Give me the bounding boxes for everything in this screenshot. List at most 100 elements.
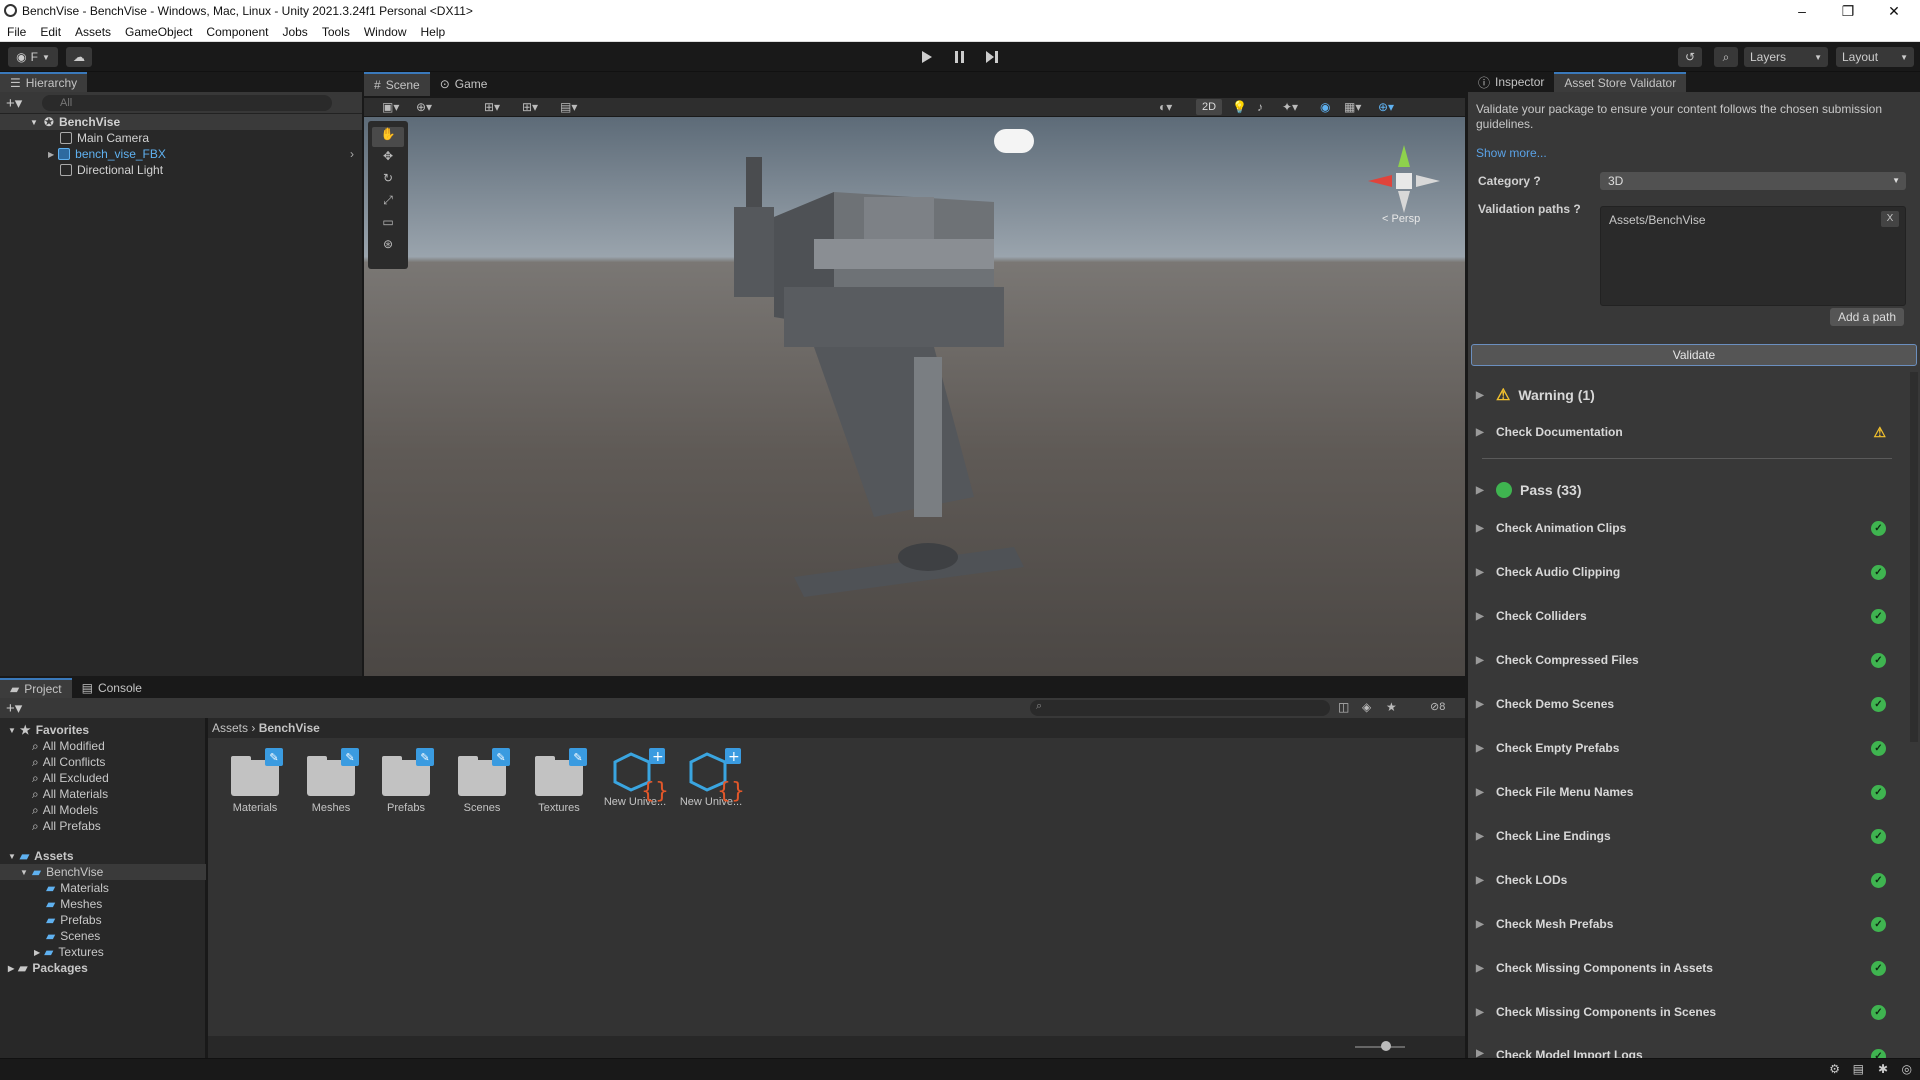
hierarchy-item-bench-vise-fbx[interactable]: ▶ bench_vise_FBX › [0, 146, 362, 162]
lighting-toggle-icon[interactable]: 💡 [1232, 100, 1247, 114]
grid-snap-dropdown[interactable]: ⊞▾ [484, 100, 500, 114]
step-button[interactable] [978, 48, 1006, 66]
directional-light-gizmo-icon[interactable] [994, 129, 1034, 153]
create-button[interactable]: +▾ [6, 699, 22, 717]
favorite-all-excluded[interactable]: ⌕ All Excluded [0, 770, 109, 786]
progress-icon[interactable]: ◎ [1902, 1062, 1912, 1076]
increment-snap-dropdown[interactable]: ⊞▾ [522, 100, 538, 114]
audio-toggle-icon[interactable]: ♪ [1257, 100, 1263, 114]
inspector-scrollbar[interactable] [1910, 372, 1918, 742]
asset-folder-materials[interactable]: ▰ Materials [0, 880, 109, 896]
asset-folder-textures[interactable]: ▶ ▰ Textures [0, 944, 104, 960]
menu-jobs[interactable]: Jobs [275, 25, 314, 39]
remove-path-button[interactable]: X [1881, 211, 1899, 227]
transform-tool-icon[interactable]: ⊛ [372, 237, 404, 257]
check-row[interactable]: ▶ Check Model Import Logs ✓ [1476, 1041, 1896, 1058]
shading-mode-dropdown[interactable]: ◐▾ [1159, 100, 1172, 114]
scene-row[interactable]: ▼ ✪ BenchVise [0, 114, 362, 130]
hierarchy-search-input[interactable]: All [42, 95, 332, 111]
cloud-button[interactable]: ☁ [66, 47, 92, 67]
layout-dropdown[interactable]: Layout ▼ [1836, 47, 1914, 67]
layers-dropdown[interactable]: Layers ▼ [1744, 47, 1828, 67]
persp-label[interactable]: < Persp [1382, 213, 1420, 225]
asset-folder-prefabs[interactable]: ▰ Prefabs [0, 912, 102, 928]
tab-hierarchy[interactable]: ☰ Hierarchy [0, 72, 88, 92]
favorites-header[interactable]: ▼ ★ Favorites [0, 722, 89, 738]
history-button[interactable]: ↺ [1678, 47, 1702, 67]
asset-folder-scenes[interactable]: ▰ Scenes [0, 928, 100, 944]
search-by-type-icon[interactable]: ◫ [1338, 700, 1349, 714]
menu-assets[interactable]: Assets [68, 25, 118, 39]
favorite-all-materials[interactable]: ⌕ All Materials [0, 786, 108, 802]
check-row[interactable]: ▶ Check Missing Components in Assets ✓ [1476, 953, 1896, 983]
favorite-all-prefabs[interactable]: ⌕ All Prefabs [0, 818, 101, 834]
assets-header[interactable]: ▼ ▰ Assets [0, 848, 74, 864]
asset-folder-meshes[interactable]: ▰ Meshes [0, 896, 102, 912]
menu-edit[interactable]: Edit [33, 25, 68, 39]
pause-button[interactable] [946, 48, 974, 66]
hierarchy-item-main-camera[interactable]: Main Camera [0, 130, 362, 146]
asset-item-materials[interactable]: ✎ Materials [220, 748, 290, 814]
camera-dropdown[interactable]: ▦▾ [1344, 100, 1361, 114]
tab-project[interactable]: ▰ Project [0, 678, 72, 698]
rotate-tool-icon[interactable]: ↻ [372, 171, 404, 191]
add-button[interactable]: +▾ [6, 94, 22, 112]
check-row[interactable]: ▶ Check Compressed Files ✓ [1476, 645, 1896, 675]
tab-console[interactable]: ▤ Console [71, 678, 152, 698]
zoom-slider[interactable] [1355, 1046, 1405, 1048]
category-dropdown[interactable]: 3D ▼ [1600, 172, 1906, 190]
asset-item-meshes[interactable]: ✎ Meshes [296, 748, 366, 814]
move-tool-icon[interactable]: ✥ [372, 149, 404, 169]
check-row[interactable]: ▶ Check Mesh Prefabs ✓ [1476, 909, 1896, 939]
orientation-gizmo[interactable] [1364, 137, 1444, 217]
gizmos-dropdown[interactable]: ⊕▾ [1378, 100, 1394, 114]
hierarchy-item-directional-light[interactable]: Directional Light [0, 162, 362, 178]
menu-window[interactable]: Window [357, 25, 414, 39]
maximize-button[interactable]: ❐ [1826, 0, 1870, 22]
hidden-packages-toggle[interactable]: ⊘8 [1430, 700, 1445, 713]
minimize-button[interactable]: – [1780, 0, 1824, 22]
search-button[interactable]: ⌕ [1714, 47, 1738, 67]
packages-header[interactable]: ▶ ▰ Packages [0, 960, 88, 976]
check-row[interactable]: ▶ Check Animation Clips ✓ [1476, 513, 1896, 543]
favorite-all-models[interactable]: ⌕ All Models [0, 802, 98, 818]
hidden-objects-icon[interactable]: ◉ [1320, 100, 1330, 114]
hand-tool-icon[interactable]: ✋ [372, 127, 404, 147]
check-row[interactable]: ▶ Check Audio Clipping ✓ [1476, 557, 1896, 587]
tool-handle-dropdown[interactable]: ▣▾ [382, 100, 399, 114]
bug-icon[interactable]: ✱ [1878, 1062, 1888, 1076]
play-button[interactable] [913, 48, 941, 66]
menu-gameobject[interactable]: GameObject [118, 25, 199, 39]
warning-group-header[interactable]: ▶ ⚠ Warning (1) [1476, 380, 1896, 410]
toggle-2d-button[interactable]: 2D [1196, 99, 1222, 115]
add-path-button[interactable]: Add a path [1829, 308, 1904, 326]
search-by-label-icon[interactable]: ◈ [1362, 700, 1371, 714]
favorite-all-conflicts[interactable]: ⌕ All Conflicts [0, 754, 105, 770]
check-row[interactable]: ▶ Check Missing Components in Scenes ✓ [1476, 997, 1896, 1027]
asset-item-scenes[interactable]: ✎ Scenes [447, 748, 517, 814]
tab-scene[interactable]: # Scene [364, 72, 430, 96]
check-row[interactable]: ▶ Check Demo Scenes ✓ [1476, 689, 1896, 719]
check-row[interactable]: ▶ Check Empty Prefabs ✓ [1476, 733, 1896, 763]
menu-help[interactable]: Help [414, 25, 453, 39]
show-more-link[interactable]: Show more... [1476, 146, 1547, 160]
favorite-all-modified[interactable]: ⌕ All Modified [0, 738, 105, 754]
menu-file[interactable]: File [0, 25, 33, 39]
debug-mode-icon[interactable]: ⚙ [1829, 1062, 1840, 1076]
pivot-dropdown[interactable]: ⊕▾ [416, 100, 432, 114]
pass-group-header[interactable]: ▶ Pass (33) [1476, 475, 1896, 505]
asset-item-universal-render-asset-1[interactable]: {} + New Unive... [600, 748, 670, 808]
tab-game[interactable]: ⊙ Game [429, 72, 498, 96]
validate-button[interactable]: Validate [1471, 344, 1917, 366]
asset-item-textures[interactable]: ✎ Textures [524, 748, 594, 814]
tab-inspector[interactable]: ⓘ Inspector [1468, 72, 1555, 92]
check-row[interactable]: ▶ Check Documentation ⚠ [1476, 417, 1896, 447]
collab-icon[interactable]: ▤ [1853, 1062, 1864, 1076]
bench-vise-model[interactable] [714, 157, 1154, 627]
rect-tool-icon[interactable]: ▭ [372, 215, 404, 235]
tab-asset-store-validator[interactable]: Asset Store Validator [1554, 72, 1687, 92]
breadcrumb-assets[interactable]: Assets [212, 721, 248, 735]
effects-dropdown[interactable]: ✦▾ [1282, 100, 1298, 114]
zoom-slider-handle[interactable] [1381, 1041, 1391, 1051]
check-row[interactable]: ▶ Check Colliders ✓ [1476, 601, 1896, 631]
